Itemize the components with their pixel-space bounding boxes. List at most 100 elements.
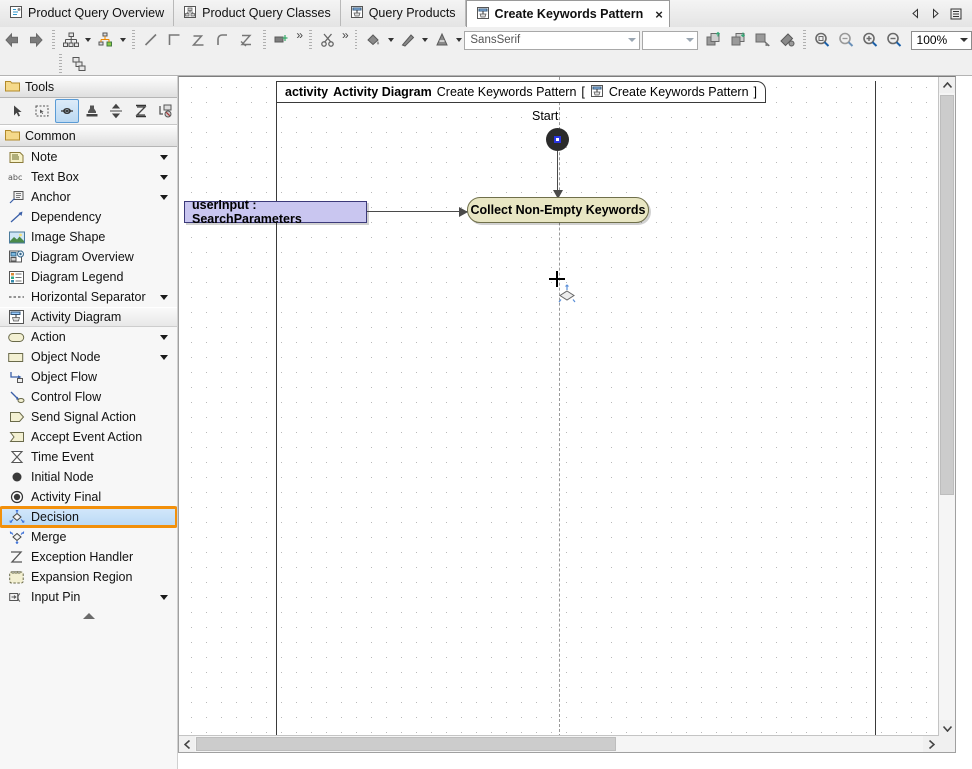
font-color-button[interactable] [430, 27, 454, 53]
control-flow-edge[interactable] [557, 151, 558, 198]
chevron-down-icon[interactable] [160, 355, 168, 360]
palette-item-activity-final[interactable]: Activity Final [0, 487, 177, 507]
sweeper-tool[interactable] [55, 99, 79, 123]
palette-section-tools[interactable]: Tools [0, 76, 177, 98]
diagonal-line-button[interactable] [139, 27, 163, 53]
tab-prev-button[interactable] [910, 8, 921, 19]
object-flow-edge[interactable] [367, 211, 467, 212]
zoom-out-button[interactable] [882, 27, 906, 53]
format-painter-button[interactable] [775, 27, 799, 53]
connector-button[interactable] [270, 27, 294, 53]
fill-color-caret-icon[interactable] [386, 28, 396, 52]
tab-list-icon[interactable] [950, 8, 962, 20]
toolbar-overflow-1[interactable]: » [294, 28, 305, 42]
tab-query-products[interactable]: Query Products [341, 0, 466, 26]
scroll-up-button[interactable] [939, 77, 955, 93]
horizontal-scroll-thumb[interactable] [196, 737, 616, 751]
palette-item-merge[interactable]: Merge [0, 527, 177, 547]
chevron-down-icon[interactable] [160, 195, 168, 200]
chevron-down-icon[interactable] [160, 295, 168, 300]
send-to-back-button[interactable] [727, 27, 751, 53]
palette-section-activity-diagram[interactable]: Activity Diagram [0, 307, 177, 327]
tab-next-button[interactable] [930, 8, 941, 19]
chevron-down-icon[interactable] [160, 595, 168, 600]
palette-item-send-signal-action[interactable]: Send Signal Action [0, 407, 177, 427]
palette-item-control-flow[interactable]: Control Flow [0, 387, 177, 407]
palette-item-anchor[interactable]: Anchor [0, 187, 177, 207]
zoom-page-button[interactable] [834, 27, 858, 53]
back-button[interactable] [0, 27, 24, 53]
curved-line-button[interactable] [211, 27, 235, 53]
font-family-combo[interactable]: SansSerif [464, 31, 640, 50]
chevron-down-icon[interactable] [956, 32, 971, 49]
palette-item-input-pin[interactable]: Input Pin [0, 587, 177, 607]
palette-item-diagram-overview[interactable]: Diagram Overview [0, 247, 177, 267]
select-tool[interactable] [6, 99, 30, 123]
scroll-down-button[interactable] [939, 720, 955, 736]
tab-product-query-overview[interactable]: Product Query Overview [0, 0, 174, 26]
palette-item-object-flow[interactable]: Object Flow [0, 367, 177, 387]
zoom-in-button[interactable] [858, 27, 882, 53]
font-size-combo[interactable] [642, 31, 698, 50]
scroll-right-button[interactable] [923, 736, 939, 752]
tab-product-query-classes[interactable]: Product Query Classes [174, 0, 341, 26]
reroute-tool[interactable] [153, 99, 177, 123]
palette-collapse-button[interactable] [0, 607, 177, 625]
diagram-viewport[interactable]: activity Activity Diagram Create Keyword… [178, 76, 956, 753]
zoom-level-combo[interactable]: 100% [911, 31, 972, 50]
palette-item-object-node[interactable]: Object Node [0, 347, 177, 367]
toolbar-overflow-2[interactable]: » [340, 28, 351, 42]
align-caret-icon[interactable] [118, 28, 128, 52]
vertical-scrollbar[interactable] [938, 77, 955, 736]
horizontal-scrollbar[interactable] [179, 735, 939, 752]
palette-section-common[interactable]: Common [0, 125, 177, 147]
palette-item-diagram-legend[interactable]: Diagram Legend [0, 267, 177, 287]
zoom-fit-button[interactable] [810, 27, 834, 53]
palette-item-accept-event-action[interactable]: Accept Event Action [0, 427, 177, 447]
chevron-down-icon[interactable] [160, 175, 168, 180]
align-button[interactable] [93, 27, 117, 53]
rectilinear-line-button[interactable] [163, 27, 187, 53]
line-color-button[interactable] [396, 27, 420, 53]
auto-layout-caret-icon[interactable] [83, 28, 93, 52]
palette-item-horizontal-separator[interactable]: Horizontal Separator [0, 287, 177, 307]
fill-color-button[interactable] [361, 27, 385, 53]
auto-layout-button[interactable] [59, 27, 83, 53]
initial-node[interactable] [546, 128, 569, 151]
diagram-canvas[interactable]: activity Activity Diagram Create Keyword… [179, 77, 955, 752]
chevron-down-icon[interactable] [624, 32, 639, 49]
line-color-caret-icon[interactable] [420, 28, 430, 52]
palette-item-image-shape[interactable]: Image Shape [0, 227, 177, 247]
palette-item-exception-handler[interactable]: Exception Handler [0, 547, 177, 567]
arrange-button[interactable] [751, 27, 775, 53]
action-node-collect-keywords[interactable]: Collect Non-Empty Keywords [467, 197, 649, 223]
stamp-tool[interactable] [80, 99, 104, 123]
compress-tool[interactable] [129, 99, 153, 123]
marquee-tool[interactable] [31, 99, 55, 123]
forward-button[interactable] [24, 27, 48, 53]
palette-item-note[interactable]: Note [0, 147, 177, 167]
chevron-down-icon[interactable] [682, 32, 697, 49]
custom-line-button[interactable] [235, 27, 259, 53]
font-color-caret-icon[interactable] [454, 28, 464, 52]
palette-item-expansion-region[interactable]: Expansion Region [0, 567, 177, 587]
vertical-scroll-thumb[interactable] [940, 95, 954, 495]
tab-create-keywords-pattern[interactable]: Create Keywords Pattern × [466, 0, 670, 28]
chevron-down-icon[interactable] [160, 155, 168, 160]
selection-handle[interactable] [554, 136, 561, 143]
tab-close-button[interactable]: × [655, 8, 663, 21]
object-node-user-input[interactable]: userInput : SearchParameters [184, 201, 367, 223]
scroll-left-button[interactable] [179, 736, 195, 752]
nested-shapes-button[interactable] [66, 51, 92, 77]
palette-item-action[interactable]: Action [0, 327, 177, 347]
oblique-line-button[interactable] [187, 27, 211, 53]
palette-item-text-box[interactable]: abc Text Box [0, 167, 177, 187]
palette-item-decision[interactable]: Decision [0, 507, 177, 527]
palette-item-initial-node[interactable]: Initial Node [0, 467, 177, 487]
scissors-button[interactable] [316, 27, 340, 53]
chevron-down-icon[interactable] [160, 335, 168, 340]
distribute-vertical-tool[interactable] [104, 99, 128, 123]
palette-item-time-event[interactable]: Time Event [0, 447, 177, 467]
palette-item-dependency[interactable]: Dependency [0, 207, 177, 227]
bring-to-front-button[interactable] [702, 27, 726, 53]
